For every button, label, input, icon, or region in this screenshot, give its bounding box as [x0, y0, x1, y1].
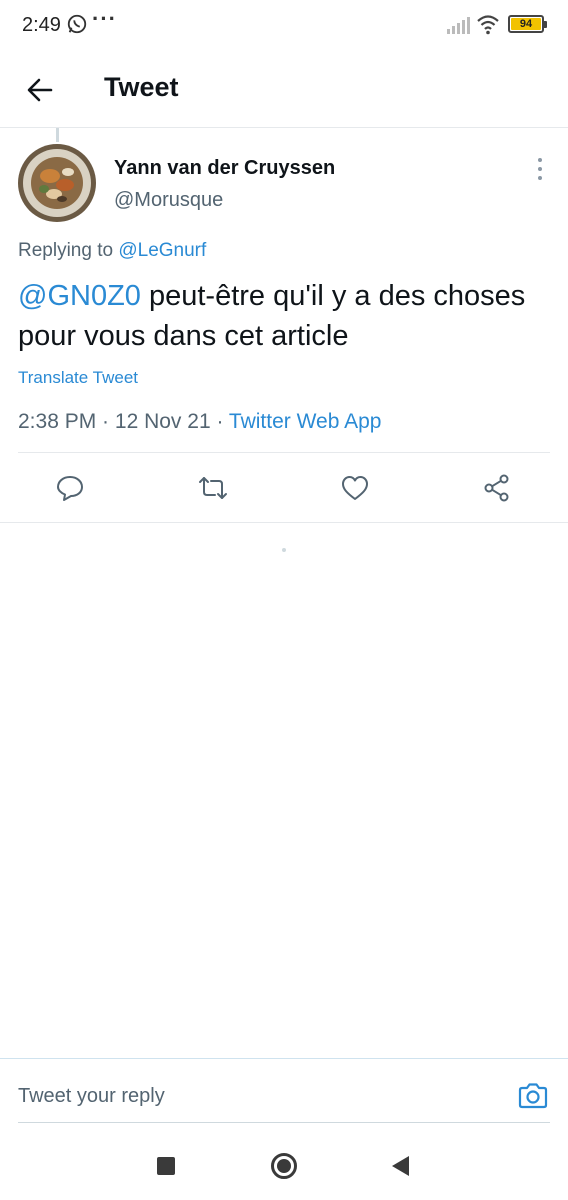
replying-prefix: Replying to	[18, 240, 114, 261]
tweet-time: 2:38 PM	[18, 410, 97, 433]
author-handle[interactable]: @Morusque	[114, 189, 223, 212]
back-button[interactable]	[22, 72, 58, 108]
reply-button[interactable]	[55, 473, 85, 503]
tweet-mention[interactable]: @GN0Z0	[18, 280, 141, 312]
wifi-icon	[477, 15, 499, 35]
notification-overflow-icon: ···	[92, 6, 117, 31]
avatar[interactable]	[18, 144, 96, 222]
tweet-date: 12 Nov 21	[114, 410, 211, 433]
translate-tweet-link[interactable]: Translate Tweet	[18, 368, 138, 388]
like-icon	[342, 476, 368, 500]
system-nav-bar	[0, 1130, 568, 1200]
whatsapp-icon	[67, 14, 87, 34]
loading-indicator	[282, 548, 286, 552]
reply-bar	[0, 1058, 568, 1124]
tweet-text: @GN0Z0 peut-être qu'il y a des choses po…	[18, 276, 538, 356]
reply-input[interactable]	[18, 1085, 478, 1108]
battery-level: 94	[511, 18, 541, 30]
avatar-image	[18, 144, 96, 222]
reply-underline	[18, 1122, 550, 1123]
system-back-button[interactable]	[392, 1156, 409, 1176]
arrow-left-icon	[27, 78, 53, 102]
tweet-actions	[0, 453, 568, 522]
tweet-source[interactable]: Twitter Web App	[229, 410, 382, 433]
status-bar: 2:49 ··· 94	[0, 0, 568, 52]
author-name[interactable]: Yann van der Cruyssen	[114, 157, 335, 180]
home-button[interactable]	[271, 1153, 297, 1179]
more-options-icon[interactable]	[528, 154, 552, 184]
like-button[interactable]	[340, 473, 370, 503]
signal-icon	[447, 17, 470, 34]
share-icon	[484, 474, 509, 502]
recents-button[interactable]	[157, 1157, 175, 1175]
page-title: Tweet	[104, 72, 179, 102]
camera-icon	[518, 1083, 548, 1109]
divider	[0, 522, 568, 523]
tweet-meta: 2:38 PM · 12 Nov 21 · Twitter Web App	[18, 410, 382, 433]
retweet-button[interactable]	[198, 473, 228, 503]
camera-button[interactable]	[516, 1079, 550, 1113]
battery-icon: 94	[508, 15, 547, 33]
app-header: Tweet	[0, 52, 568, 128]
share-button[interactable]	[482, 473, 512, 503]
retweet-icon	[199, 477, 227, 499]
replying-to-mention[interactable]: @LeGnurf	[118, 240, 206, 261]
reply-icon	[57, 476, 83, 501]
replying-to: Replying to @LeGnurf	[18, 240, 206, 262]
thread-line	[56, 128, 59, 142]
status-time: 2:49	[22, 14, 61, 36]
